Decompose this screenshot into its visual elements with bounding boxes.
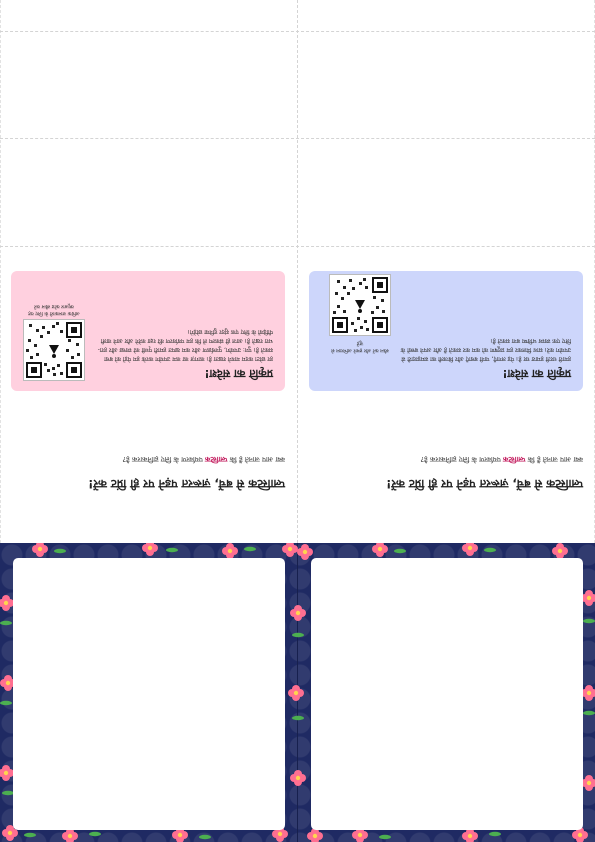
blank-note-card-right[interactable]	[311, 558, 583, 830]
blank-note-card-left[interactable]	[13, 558, 285, 830]
flipped-print-area: प्लास्टिक से बचें, ज़रूरत पड़ने पर ही प्…	[0, 246, 595, 543]
message-card-pink: प्रकृति का संदेश! हर छोटा कदम मायने रखता…	[11, 271, 285, 391]
qr-caption: अधिक जानकारी के लिए यह क्यूआर कोड स्कैन …	[28, 303, 80, 316]
panel-subline: क्या आप जानते हैं कि प्लास्टिक पर्यावरण …	[420, 455, 583, 463]
panel-pink: प्लास्टिक से बचें, ज़रूरत पड़ने पर ही प्…	[0, 246, 297, 543]
print-sheet: प्लास्टिक से बचें, ज़रूरत पड़ने पर ही प्…	[0, 0, 595, 842]
qr-block: स्कैन करें और हमारे अभियान से जुड़ें	[329, 274, 391, 353]
decorative-floral-background	[0, 543, 595, 842]
horizontal-cut-line-2	[0, 138, 595, 139]
qr-block: अधिक जानकारी के लिए यह क्यूआर कोड स्कैन …	[23, 299, 85, 381]
horizontal-cut-line-1	[0, 31, 595, 32]
panel-headline: प्लास्टिक से बचें, ज़रूरत पड़ने पर ही प्…	[386, 477, 583, 491]
qr-caption: स्कैन करें और हमारे अभियान से जुड़ें	[331, 340, 389, 353]
card-title: प्रकृति का संदेश!	[502, 367, 571, 380]
panel-subline: क्या आप जानते हैं कि प्लास्टिक पर्यावरण …	[122, 455, 285, 463]
message-card-blue: प्रकृति का संदेश! हमारी धरती हमारा घर है…	[309, 271, 583, 391]
plastic-link[interactable]: प्लास्टिक	[205, 455, 227, 463]
panel-blue: प्लास्टिक से बचें, ज़रूरत पड़ने पर ही प्…	[298, 246, 595, 543]
card-title: प्रकृति का संदेश!	[204, 367, 273, 380]
qr-code-icon[interactable]	[329, 274, 391, 336]
card-body: हर छोटा कदम मायने रखता है। कागज़ का कम उ…	[97, 328, 273, 362]
card-body: हमारी धरती हमारा घर है। पेड़ लगाएँ, पानी…	[400, 337, 571, 362]
qr-code-icon[interactable]	[23, 319, 85, 381]
panel-headline: प्लास्टिक से बचें, ज़रूरत पड़ने पर ही प्…	[88, 477, 285, 491]
plastic-link[interactable]: प्लास्टिक	[503, 455, 525, 463]
